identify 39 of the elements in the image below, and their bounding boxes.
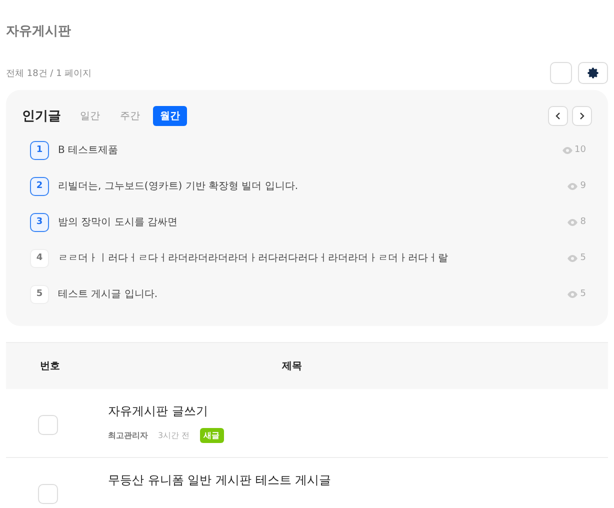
post-title-link[interactable]: 테스트 게시글 입니다. — [58, 287, 568, 301]
rank-badge: 2 — [30, 176, 49, 196]
rank-badge: 1 — [30, 140, 49, 160]
row-checkbox[interactable] — [38, 415, 58, 435]
rank-badge: 3 — [30, 212, 49, 232]
chevron-left-icon — [554, 112, 562, 120]
eye-icon — [567, 254, 578, 262]
new-post-badge: 새글 — [200, 428, 224, 443]
chevron-right-icon — [578, 112, 586, 120]
post-title-link[interactable]: B 테스트제품 — [58, 143, 562, 157]
rank-badge: 5 — [30, 284, 49, 304]
post-title-link[interactable]: 밤의 장막이 도시를 감싸면 — [58, 215, 568, 229]
view-count: 5 — [580, 253, 586, 263]
settings-button[interactable] — [578, 62, 608, 84]
eye-icon — [567, 290, 578, 298]
settings-icon — [587, 67, 599, 79]
post-title-link[interactable]: 무등산 유니폼 일반 게시판 테스트 게시글 — [108, 472, 332, 489]
post-count: 전체 18건 / 1 페이지 — [6, 68, 92, 80]
eye-icon — [567, 218, 578, 226]
popular-title: 인기글 — [22, 108, 61, 125]
eye-icon — [567, 182, 578, 190]
rank-badge: 4 — [30, 248, 49, 268]
column-header: 번호 — [39, 360, 61, 373]
view-count: 9 — [580, 181, 586, 191]
post-time: 3시간 전 — [158, 430, 190, 441]
post-title-link[interactable]: 자유게시판 글쓰기 — [108, 403, 224, 420]
view-count: 8 — [580, 217, 586, 227]
board-title: 자유게시판 — [6, 23, 72, 40]
column-header: 제목 — [282, 361, 302, 372]
post-title-link[interactable]: ㄹㄹ더ㅏㅣ러다ㅓㄹ다ㅓ라더라더라더라더ㅏ러다러다러다ㅓ라더라더ㅏㄹ더ㅏ러다ㅓ랄 — [58, 251, 568, 265]
post-title-link[interactable]: 리빌더는, 그누보드(영카트) 기반 확장형 빌더 입니다. — [58, 179, 568, 193]
next-button[interactable] — [572, 106, 592, 126]
eye-icon — [562, 146, 573, 154]
view-count: 5 — [580, 289, 586, 299]
post-author: 최고관리자 — [108, 430, 148, 441]
previous-button[interactable] — [548, 106, 568, 126]
period-tab[interactable]: 월간 — [153, 106, 187, 126]
view-count: 10 — [574, 145, 586, 155]
row-checkbox[interactable] — [38, 484, 58, 504]
